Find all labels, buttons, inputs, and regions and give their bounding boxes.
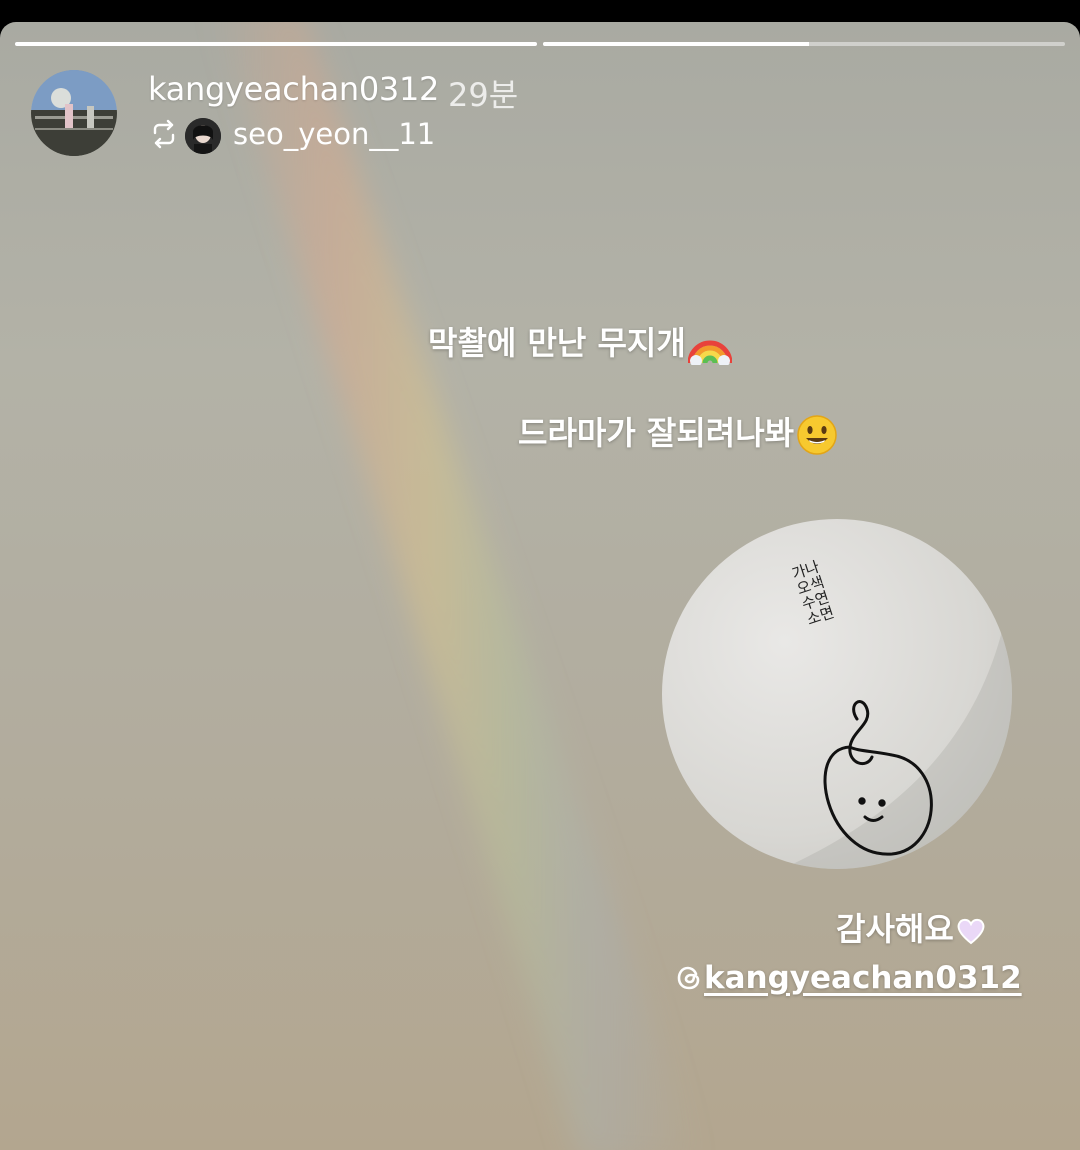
story-timestamp: 29분 — [448, 76, 519, 114]
repost-user-avatar[interactable] — [185, 118, 221, 154]
sticker-drawing — [782, 579, 1012, 869]
rainbow-icon — [687, 340, 732, 365]
mention-handle[interactable]: kangyeachan0312 — [704, 960, 1022, 996]
shared-post-sticker[interactable]: 가나오색수연소면 — [662, 519, 1012, 869]
heart-icon — [957, 918, 985, 945]
threads-icon — [677, 966, 700, 990]
caption-line-1: 막촬에 만난 무지개 — [428, 318, 732, 365]
caption-line-1-text: 막촬에 만난 무지개 — [428, 324, 686, 362]
story-viewer[interactable]: kangyeachan0312 29분 seo_yeon__11 막촬에 만난 … — [0, 22, 1080, 1150]
story-progress-bar-1 — [15, 42, 537, 46]
caption-thanks-text: 감사해요 — [836, 910, 954, 948]
mention-link[interactable]: kangyeachan0312 — [676, 960, 1022, 996]
caption-line-2: 드라마가 잘되려나봐 — [518, 408, 838, 456]
smiley-face-icon — [797, 415, 837, 455]
repost-icon — [153, 119, 175, 149]
caption-line-2-text: 드라마가 잘되려나봐 — [518, 414, 795, 452]
repost-username[interactable]: seo_yeon__11 — [233, 117, 435, 151]
profile-avatar[interactable] — [31, 70, 117, 156]
story-username[interactable]: kangyeachan0312 — [148, 70, 439, 108]
story-progress-bar-2 — [543, 42, 1065, 46]
caption-thanks: 감사해요 — [836, 904, 986, 950]
